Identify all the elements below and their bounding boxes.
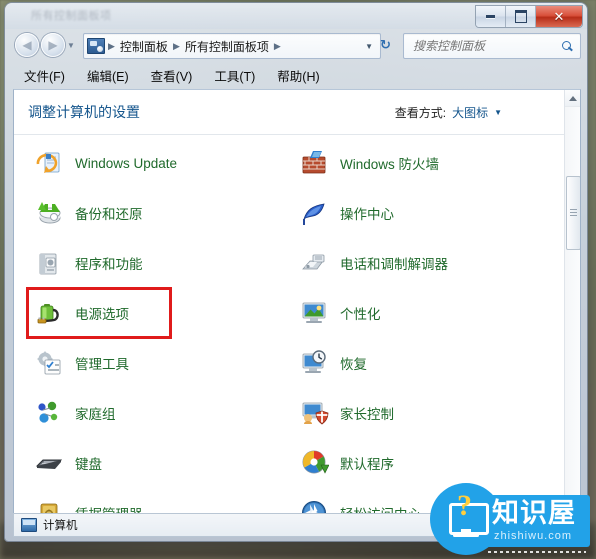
control-panel-item-windows-update[interactable]: Windows Update <box>34 143 177 183</box>
control-panel-item-phone-modem[interactable]: 电话和调制解调器 <box>299 243 448 283</box>
question-mark-icon: ? <box>457 489 472 522</box>
watermark-url: zhishiwu.com <box>494 530 573 542</box>
site-watermark: ? 知识屋 zhishiwu.com <box>430 483 590 555</box>
maximize-button[interactable] <box>506 6 536 27</box>
control-panel-item-recovery[interactable]: 恢复 <box>299 343 367 383</box>
keyboard-icon <box>34 448 64 478</box>
monitor-base-icon <box>453 534 479 537</box>
control-panel-item-keyboard[interactable]: 键盘 <box>34 443 102 483</box>
menu-item-view[interactable]: 查看(V) <box>140 64 204 87</box>
vertical-scrollbar[interactable] <box>564 90 580 536</box>
control-panel-window: 所有控制面板项 ✕ ◀ ▶ ▼ ▶ 控制面板 ▶ 所有控制面板项 ▶ ▼ ↻ 搜… <box>5 3 587 541</box>
refresh-button[interactable]: ↻ <box>380 37 391 53</box>
scroll-up-button[interactable] <box>565 90 580 107</box>
forward-arrow-icon: ▶ <box>48 38 58 52</box>
control-panel-item-parental-controls[interactable]: 家长控制 <box>299 393 394 433</box>
action-center-icon <box>299 198 329 228</box>
control-panel-item-label: 默认程序 <box>340 457 394 472</box>
menu-item-help[interactable]: 帮助(H) <box>266 64 330 87</box>
control-panel-item-default-programs[interactable]: 默认程序 <box>299 443 394 483</box>
breadcrumb-separator: ▶ <box>172 40 180 51</box>
view-by-value[interactable]: 大图标 <box>452 104 488 121</box>
control-panel-item-backup-restore[interactable]: 备份和还原 <box>34 193 143 233</box>
control-panel-item-windows-firewall[interactable]: Windows 防火墙 <box>299 143 439 183</box>
close-button[interactable]: ✕ <box>536 6 582 27</box>
control-panel-item-label: 管理工具 <box>75 357 129 372</box>
close-icon: ✕ <box>553 9 565 24</box>
control-panel-item-label: 家长控制 <box>340 407 394 422</box>
search-icon <box>562 40 573 52</box>
recovery-icon <box>299 348 329 378</box>
control-panel-item-homegroup[interactable]: 家庭组 <box>34 393 116 433</box>
control-panel-item-label: 备份和还原 <box>75 207 143 222</box>
scroll-up-arrow-icon <box>568 95 577 101</box>
control-panel-item-label: Windows 防火墙 <box>340 157 440 172</box>
watermark-dotted-line <box>488 551 586 553</box>
menu-item-edit[interactable]: 编辑(E) <box>76 64 140 87</box>
back-arrow-icon: ◀ <box>22 38 32 52</box>
control-panel-item-label: Windows Update <box>75 155 178 171</box>
status-bar-text: 计算机 <box>43 520 78 532</box>
parental-controls-icon <box>299 398 329 428</box>
window-title: 所有控制面板项 <box>31 10 112 22</box>
menu-bar: 文件(F) 编辑(E) 查看(V) 工具(T) 帮助(H) <box>13 63 579 87</box>
watermark-name: 知识屋 <box>492 498 576 528</box>
default-programs-icon <box>299 448 330 478</box>
address-bar[interactable]: ▶ 控制面板 ▶ 所有控制面板项 ▶ ▼ <box>83 33 381 59</box>
control-panel-item-label: 电话和调制解调器 <box>340 257 448 272</box>
power-options-highlight-box <box>26 287 172 339</box>
control-panel-item-label: 操作中心 <box>340 207 394 222</box>
control-panel-item-programs-features[interactable]: 程序和功能 <box>34 243 143 283</box>
view-by-control[interactable]: 查看方式: 大图标 ▼ <box>395 104 502 121</box>
control-panel-item-label: 个性化 <box>340 307 381 322</box>
breadcrumb-separator: ▶ <box>108 40 115 51</box>
minimize-button[interactable] <box>476 6 506 27</box>
back-button[interactable]: ◀ <box>15 33 39 57</box>
maximize-icon <box>514 10 527 23</box>
administrative-tools-icon <box>34 348 64 378</box>
windows-firewall-icon <box>299 148 329 178</box>
chevron-down-icon[interactable]: ▼ <box>494 108 502 117</box>
homegroup-icon <box>34 398 64 428</box>
breadcrumb-separator-end[interactable]: ▶ <box>273 41 282 52</box>
breadcrumb-control-panel[interactable]: 控制面板 <box>116 38 172 55</box>
address-dropdown-icon[interactable]: ▼ <box>365 42 378 51</box>
window-controls: ✕ <box>475 5 583 28</box>
forward-button[interactable]: ▶ <box>41 33 65 57</box>
address-bar-row: ◀ ▶ ▼ ▶ 控制面板 ▶ 所有控制面板项 ▶ ▼ ↻ <box>5 29 587 61</box>
computer-icon <box>21 518 37 532</box>
scrollbar-thumb[interactable] <box>566 176 580 250</box>
search-box[interactable] <box>403 33 581 59</box>
programs-features-icon <box>34 248 64 278</box>
personalization-icon <box>299 298 329 328</box>
control-panel-item-action-center[interactable]: 操作中心 <box>299 193 394 233</box>
backup-restore-icon <box>34 198 64 228</box>
history-dropdown-icon[interactable]: ▼ <box>67 41 75 50</box>
control-panel-item-label: 家庭组 <box>75 407 116 422</box>
menu-item-tools[interactable]: 工具(T) <box>203 64 266 87</box>
control-panel-item-administrative-tools[interactable]: 管理工具 <box>34 343 129 383</box>
menu-item-file[interactable]: 文件(F) <box>13 64 76 87</box>
control-panel-item-personalization[interactable]: 个性化 <box>299 293 381 333</box>
minimize-icon <box>486 15 495 18</box>
control-panel-item-label: 恢复 <box>340 357 367 372</box>
view-by-label: 查看方式: <box>394 106 447 120</box>
window-title-bar[interactable]: 所有控制面板项 ✕ <box>5 3 587 29</box>
breadcrumb-all-items[interactable]: 所有控制面板项 <box>181 38 273 55</box>
control-panel-content: 调整计算机的设置 查看方式: 大图标 ▼ Windows Update 备份和还原… <box>13 89 581 537</box>
phone-modem-icon <box>299 248 329 278</box>
control-panel-item-label: 程序和功能 <box>75 257 143 272</box>
control-panel-icon <box>87 38 105 54</box>
page-title: 调整计算机的设置 <box>28 104 140 120</box>
search-input[interactable] <box>411 38 557 54</box>
windows-update-icon <box>34 148 64 178</box>
control-panel-item-label: 键盘 <box>75 457 102 472</box>
